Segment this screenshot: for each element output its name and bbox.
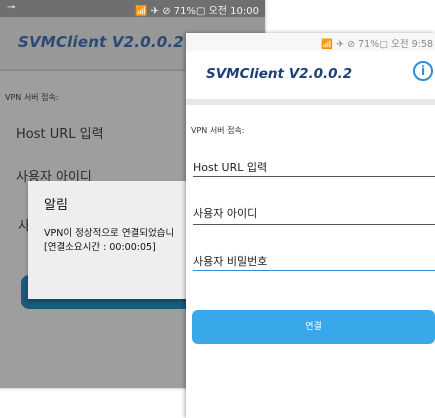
password-input[interactable]: 사용자 비밀번호 (193, 253, 435, 271)
dialog-message-line2: [연결소요시간 : 00:00:05] (44, 242, 156, 253)
host-url-input[interactable]: Host URL 입력 (193, 159, 435, 177)
back-section-label: VPN 서버 접속: (5, 93, 59, 102)
back-status-text: 📶 ✈ ⊘ 71%▢ 오전 10:00 (135, 6, 259, 17)
signal-icon: ⊸ (7, 2, 16, 13)
user-id-input[interactable]: 사용자 아이디 (193, 205, 435, 225)
back-host-field: Host URL 입력 (16, 127, 104, 142)
info-icon[interactable]: i (413, 61, 433, 81)
back-app-title: SVMClient V2.0.0.2 (18, 33, 184, 51)
front-app-title: SVMClient V2.0.0.2 (206, 66, 353, 82)
dialog-message-line1: VPN이 정상적으로 연결되었습니 (44, 228, 175, 239)
front-status-text: 📶 ✈ ⊘ 71%▢ 오전 9:58 (321, 39, 433, 50)
front-status-bar: 📶 ✈ ⊘ 71%▢ 오전 9:58 (186, 33, 435, 51)
connect-button[interactable]: 연결 (192, 310, 435, 344)
dialog-title: 알림 (44, 198, 68, 213)
back-status-bar: ⊸ 📶 ✈ ⊘ 71%▢ 오전 10:00 (0, 0, 265, 17)
front-divider (186, 99, 435, 105)
front-app-bar: SVMClient V2.0.0.2 i (186, 51, 435, 99)
front-phone-screen: 📶 ✈ ⊘ 71%▢ 오전 9:58 SVMClient V2.0.0.2 i … (186, 33, 435, 418)
vpn-section-label: VPN 서버 접속: (191, 126, 245, 135)
